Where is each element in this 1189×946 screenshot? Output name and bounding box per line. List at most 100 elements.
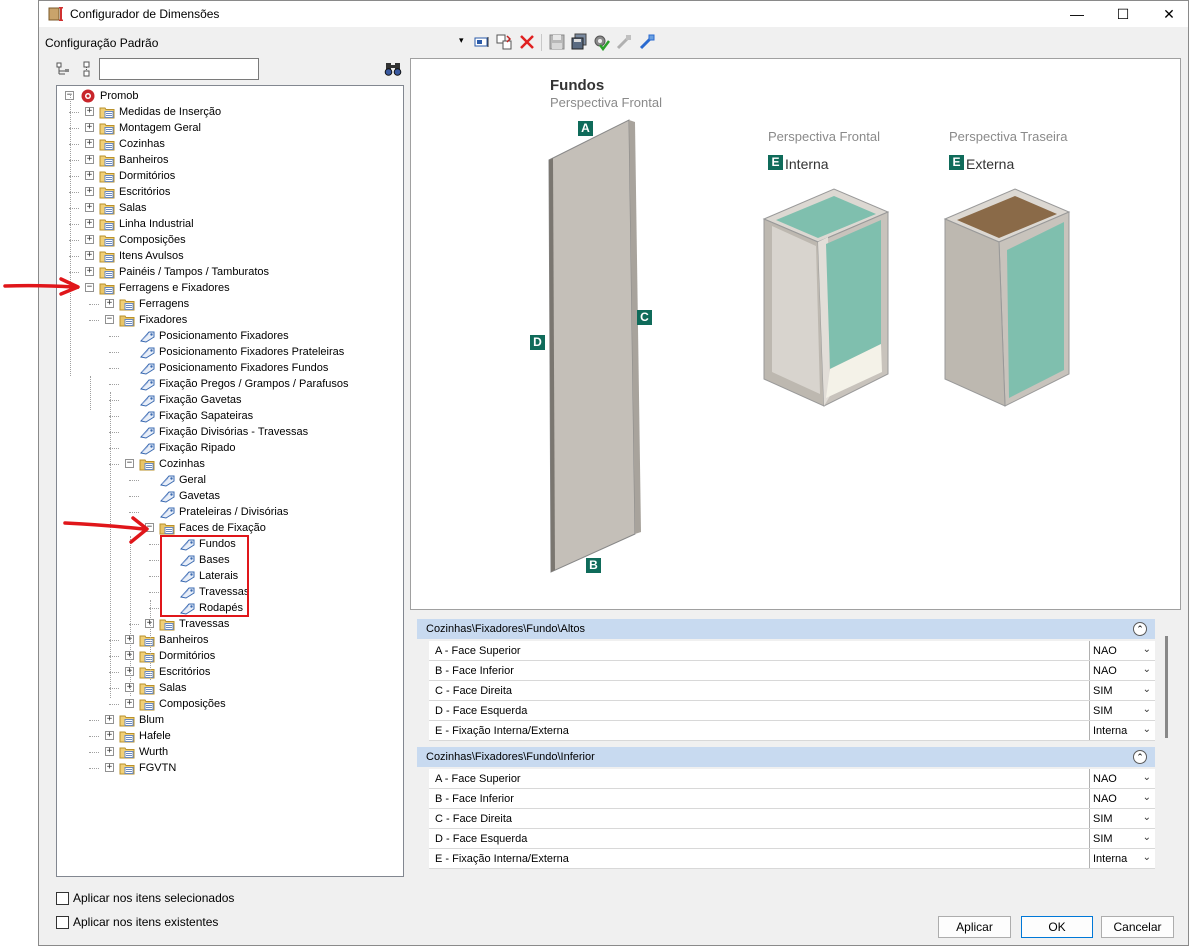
property-value-select[interactable]: NAO ⌄ (1089, 641, 1155, 660)
chevron-down-icon[interactable]: ⌄ (1143, 684, 1151, 695)
tree-node[interactable]: Promob (80, 88, 139, 104)
expand-icon[interactable]: + (85, 171, 94, 180)
tree-node[interactable]: Itens Avulsos (99, 248, 184, 264)
tree-node[interactable]: Fixação Ripado (139, 440, 235, 456)
property-value-select[interactable]: NAO ⌄ (1089, 769, 1155, 788)
expand-icon[interactable]: + (85, 235, 94, 244)
configuration-select[interactable]: Configuração Padrão (45, 36, 158, 50)
property-value-select[interactable]: Interna ⌄ (1089, 849, 1155, 868)
property-grid-scrollbar[interactable] (1165, 636, 1168, 738)
property-row[interactable]: E - Fixação Interna/Externa Interna ⌄ (429, 849, 1155, 869)
tree-node[interactable]: Composições (139, 696, 226, 712)
collapse-icon[interactable]: − (105, 315, 114, 324)
expand-icon[interactable]: + (85, 123, 94, 132)
tree-node[interactable]: Prateleiras / Divisórias (159, 504, 288, 520)
property-row[interactable]: B - Face Inferior NAO ⌄ (429, 661, 1155, 681)
tree-node[interactable]: Fixação Gavetas (139, 392, 242, 408)
search-input[interactable] (99, 58, 259, 80)
minimize-button[interactable]: — (1054, 1, 1100, 27)
tree-node[interactable]: Hafele (119, 728, 171, 744)
expand-icon[interactable]: + (85, 139, 94, 148)
tree-node[interactable]: Fixação Sapateiras (139, 408, 253, 424)
expand-icon[interactable]: + (105, 715, 114, 724)
category-tree[interactable]: − Promob + Medidas de Inserção + Montagem Ger… (56, 85, 404, 877)
tree-node[interactable]: Salas (99, 200, 147, 216)
property-row[interactable]: C - Face Direita SIM ⌄ (429, 809, 1155, 829)
maximize-button[interactable]: ☐ (1100, 1, 1146, 27)
expand-icon[interactable]: + (85, 267, 94, 276)
expand-icon[interactable]: + (85, 155, 94, 164)
rename-icon[interactable] (473, 33, 491, 51)
chevron-down-icon[interactable]: ▾ (459, 35, 464, 46)
tree-node[interactable]: Painéis / Tampos / Tamburatos (99, 264, 269, 280)
tree-node[interactable]: Posicionamento Fixadores Fundos (139, 360, 328, 376)
property-value-select[interactable]: SIM ⌄ (1089, 701, 1155, 720)
tree-node[interactable]: Ferragens (119, 296, 189, 312)
export-icon[interactable] (638, 33, 656, 51)
tree-node[interactable]: Composições (99, 232, 186, 248)
tree-node[interactable]: Travessas (159, 616, 229, 632)
tree-node[interactable]: Gavetas (159, 488, 220, 504)
property-value-select[interactable]: SIM ⌄ (1089, 829, 1155, 848)
property-row[interactable]: A - Face Superior NAO ⌄ (429, 769, 1155, 789)
property-row[interactable]: C - Face Direita SIM ⌄ (429, 681, 1155, 701)
apply-existing-checkbox[interactable] (56, 916, 69, 929)
expand-icon[interactable]: + (85, 219, 94, 228)
save-icon[interactable] (548, 33, 566, 51)
tree-node[interactable]: Wurth (119, 744, 168, 760)
tree-node[interactable]: Posicionamento Fixadores Prateleiras (139, 344, 344, 360)
chevron-down-icon[interactable]: ⌄ (1143, 644, 1151, 655)
chevron-down-icon[interactable]: ⌄ (1143, 832, 1151, 843)
import-icon[interactable] (615, 33, 633, 51)
save-all-icon[interactable] (570, 33, 588, 51)
expand-icon[interactable]: + (85, 203, 94, 212)
property-row[interactable]: A - Face Superior NAO ⌄ (429, 641, 1155, 661)
property-row[interactable]: D - Face Esquerda SIM ⌄ (429, 701, 1155, 721)
expand-icon[interactable]: + (85, 107, 94, 116)
tree-node[interactable]: Dormitórios (99, 168, 175, 184)
chevron-down-icon[interactable]: ⌄ (1143, 664, 1151, 675)
collapse-group-icon[interactable]: ⌃ (1133, 750, 1147, 764)
chevron-down-icon[interactable]: ⌄ (1143, 772, 1151, 783)
tree-node[interactable]: Geral (159, 472, 206, 488)
chevron-down-icon[interactable]: ⌄ (1143, 704, 1151, 715)
tree-node[interactable]: FGVTN (119, 760, 176, 776)
property-value-select[interactable]: Interna ⌄ (1089, 721, 1155, 740)
tree-node[interactable]: Cozinhas (139, 456, 205, 472)
collapse-tree-icon[interactable] (79, 61, 95, 77)
tree-node[interactable]: Posicionamento Fixadores (139, 328, 289, 344)
chevron-down-icon[interactable]: ⌄ (1143, 852, 1151, 863)
collapse-icon[interactable]: − (125, 459, 134, 468)
tree-node[interactable]: Banheiros (99, 152, 169, 168)
apply-button[interactable]: Aplicar (938, 916, 1011, 938)
property-value-select[interactable]: NAO ⌄ (1089, 789, 1155, 808)
property-row[interactable]: D - Face Esquerda SIM ⌄ (429, 829, 1155, 849)
collapse-icon[interactable]: − (85, 283, 94, 292)
property-value-select[interactable]: NAO ⌄ (1089, 661, 1155, 680)
delete-icon[interactable] (518, 33, 536, 51)
binoculars-search-icon[interactable] (384, 60, 402, 78)
collapse-group-icon[interactable]: ⌃ (1133, 622, 1147, 636)
tree-node[interactable]: Blum (119, 712, 164, 728)
tree-node[interactable]: Faces de Fixação (159, 520, 266, 536)
tree-node[interactable]: Montagem Geral (99, 120, 201, 136)
chevron-down-icon[interactable]: ⌄ (1143, 724, 1151, 735)
tree-node[interactable]: Fixadores (119, 312, 187, 328)
tree-node[interactable]: Fixação Divisórias - Travessas (139, 424, 308, 440)
apply-selected-checkbox[interactable] (56, 892, 69, 905)
property-value-select[interactable]: SIM ⌄ (1089, 681, 1155, 700)
ok-button[interactable]: OK (1021, 916, 1093, 938)
property-row[interactable]: B - Face Inferior NAO ⌄ (429, 789, 1155, 809)
copy-config-icon[interactable] (495, 33, 513, 51)
expand-icon[interactable]: + (105, 747, 114, 756)
cancel-button[interactable]: Cancelar (1101, 916, 1174, 938)
chevron-down-icon[interactable]: ⌄ (1143, 792, 1151, 803)
expand-icon[interactable]: + (105, 299, 114, 308)
expand-icon[interactable]: + (105, 731, 114, 740)
property-group-header[interactable]: Cozinhas\Fixadores\Fundo\Altos ⌃ (417, 619, 1155, 639)
tree-node[interactable]: Fixação Pregos / Grampos / Parafusos (139, 376, 349, 392)
property-group-header[interactable]: Cozinhas\Fixadores\Fundo\Inferior ⌃ (417, 747, 1155, 767)
tree-node[interactable]: Medidas de Inserção (99, 104, 221, 120)
chevron-down-icon[interactable]: ⌄ (1143, 812, 1151, 823)
expand-icon[interactable]: + (125, 699, 134, 708)
